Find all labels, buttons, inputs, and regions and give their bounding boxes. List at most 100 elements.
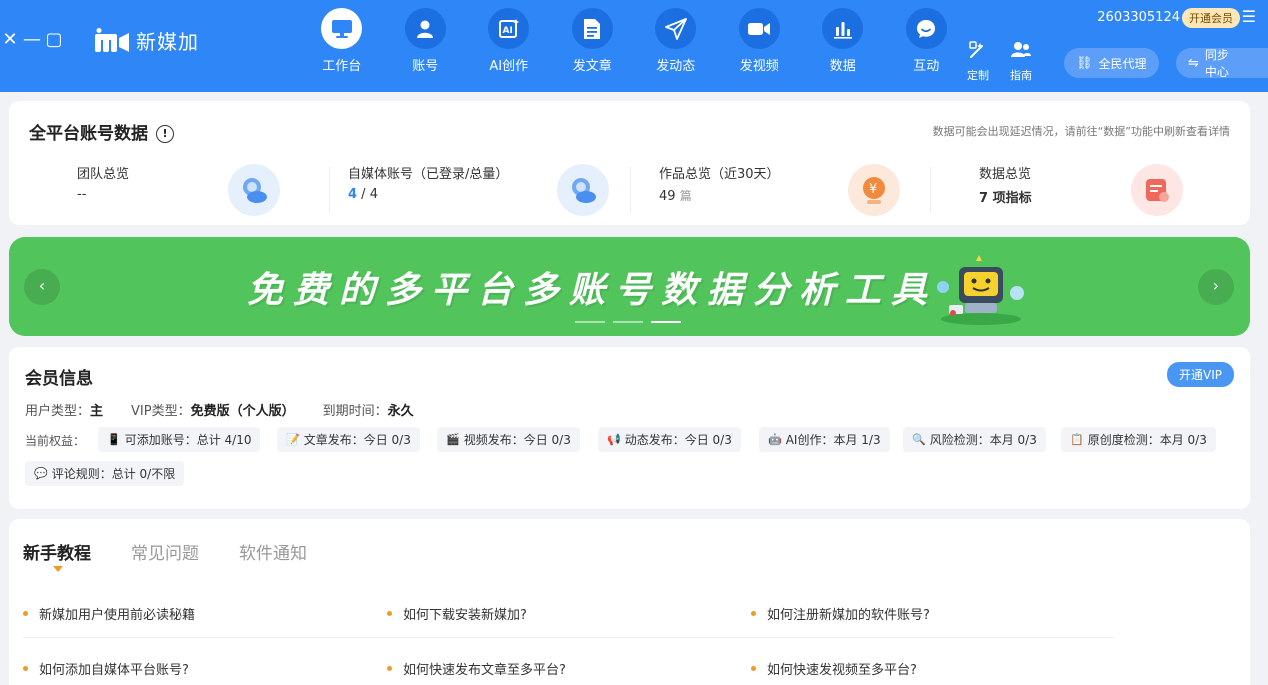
stat-value: 7 项指标: [979, 191, 1032, 206]
users-icon: [1001, 40, 1041, 64]
banner-next-button[interactable]: ›: [1198, 269, 1234, 305]
maximize-window-button[interactable]: ▢: [44, 30, 64, 50]
nav-label: 发动态: [656, 59, 696, 74]
vip-type-value: 免费版（个人版）: [190, 404, 295, 419]
tab-faq[interactable]: 常见问题: [131, 539, 199, 564]
main-nav: 工作台 账号 AI AI创作 发文章 发动态 发视频 数据 互动: [300, 6, 968, 74]
tab-notices[interactable]: 软件通知: [239, 539, 307, 564]
member-title: 会员信息: [25, 369, 93, 389]
help-tabs: 新手教程 常见问题 软件通知: [23, 539, 347, 572]
chip-text: 原创度检测：本月 0/3: [1087, 433, 1207, 447]
magnifier-icon: 🔍: [912, 433, 926, 446]
article-link[interactable]: 新媒加用户使用前必读秘籍: [23, 604, 195, 623]
article-title: 新媒加用户使用前必读秘籍: [39, 608, 196, 623]
speech-bubble-icon: 💬: [34, 467, 48, 480]
promo-banner[interactable]: ‹ 免费的多平台多账号数据分析工具 ›: [9, 237, 1250, 336]
stat-label: 数据总览: [979, 167, 1032, 182]
article-title: 如何快速发视频至多平台?: [767, 663, 917, 678]
agent-label: 全民代理: [1098, 56, 1147, 71]
stats-note: 数据可能会出现延迟情况，请前往“数据”功能中刷新查看详情: [932, 125, 1230, 138]
tab-tutorial[interactable]: 新手教程: [23, 539, 91, 572]
chip-text: 评论规则：总计 0/不限: [51, 467, 176, 481]
nav-label: 工作台: [322, 59, 362, 74]
minimize-window-button[interactable]: —: [22, 30, 42, 50]
accounts-icon: [557, 164, 609, 216]
works-count: 49: [659, 189, 676, 204]
article-link[interactable]: 如何快速发布文章至多平台?: [387, 659, 566, 678]
chip-text: 视频发布：今日 0/3: [463, 433, 571, 447]
coin-icon: ¥: [848, 164, 900, 216]
stats-title-text: 全平台账号数据: [29, 124, 148, 144]
info-icon[interactable]: !: [156, 125, 174, 143]
bullet-icon: [387, 611, 392, 616]
stat-label: 自媒体账号（已登录/总量）: [348, 167, 509, 182]
clipboard-icon: 📋: [1070, 433, 1084, 446]
banner-text: 免费的多平台多账号数据分析工具: [247, 270, 938, 311]
article-link[interactable]: 如何添加自媒体平台账号?: [23, 659, 189, 678]
user-type-value: 主: [90, 404, 104, 419]
right-chip-article: 📝 文章发布：今日 0/3: [277, 427, 420, 452]
stat-media-accounts[interactable]: 自媒体账号（已登录/总量） 4 / 4: [348, 163, 508, 218]
chip-text: 可添加账号：总计 4/10: [124, 433, 252, 447]
guide-button[interactable]: 指南: [1001, 40, 1041, 83]
nav-workbench[interactable]: 工作台: [300, 6, 384, 74]
nav-label: 互动: [913, 59, 940, 74]
separator: /: [357, 187, 370, 202]
bar-chart-icon: [822, 8, 864, 49]
bullet-icon: [751, 611, 756, 616]
team-icon: [228, 164, 280, 216]
chip-text: 风险检测：本月 0/3: [929, 433, 1037, 447]
banner-prev-button[interactable]: ‹: [24, 269, 60, 305]
article-link[interactable]: 如何快速发视频至多平台?: [751, 659, 917, 678]
nav-label: 发视频: [739, 59, 779, 74]
pagination-dot[interactable]: [613, 321, 643, 323]
chip-text: 动态发布：今日 0/3: [624, 433, 732, 447]
right-chip-post: 📢 动态发布：今日 0/3: [598, 427, 741, 452]
article-title: 如何注册新媒加的软件账号?: [767, 608, 930, 623]
ai-icon: AI: [488, 8, 530, 49]
nav-interact[interactable]: 互动: [885, 6, 969, 74]
sync-center-button[interactable]: ⇋ 同步中心: [1176, 48, 1268, 79]
chat-bubble-icon: [905, 8, 947, 49]
top-bar: ✕ — ▢ 新媒加 工作台 账号 AI AI创作 发文章 发动态 发视频 数据 …: [0, 0, 1268, 92]
open-member-button[interactable]: 开通会员: [1182, 8, 1240, 28]
agent-button[interactable]: ⛓ 全民代理: [1064, 48, 1159, 78]
stat-data-overview[interactable]: 数据总览 7 项指标: [979, 163, 1032, 218]
member-info-card: 会员信息 开通VIP 用户类型：主 VIP类型：免费版（个人版） 到期时间：永久 当…: [9, 347, 1250, 509]
nav-ai-create[interactable]: AI AI创作: [467, 6, 551, 74]
chip-text: AI创作：本月 1/3: [785, 433, 881, 447]
divider: [23, 637, 1115, 638]
monitor-icon: [321, 8, 363, 49]
right-chip-accounts: 📱 可添加账号：总计 4/10: [98, 427, 261, 452]
nav-account[interactable]: 账号: [384, 6, 468, 74]
close-window-button[interactable]: ✕: [0, 30, 20, 50]
phone-icon: 📱: [107, 433, 121, 446]
user-icon: [404, 8, 446, 49]
nav-publish-post[interactable]: 发动态: [634, 6, 718, 74]
article-link[interactable]: 如何下载安装新媒加?: [387, 604, 527, 623]
clapper-icon: 🎬: [446, 433, 460, 446]
member-summary: 用户类型：主 VIP类型：免费版（个人版） 到期时间：永久: [25, 400, 442, 419]
bullet-icon: [387, 666, 392, 671]
stat-label: 作品总览（近30天）: [659, 167, 780, 182]
article-link[interactable]: 如何注册新媒加的软件账号?: [751, 604, 930, 623]
pagination-dot-active[interactable]: [651, 321, 681, 323]
nav-data[interactable]: 数据: [801, 6, 885, 74]
video-camera-icon: [738, 8, 780, 49]
stat-team[interactable]: 团队总览 --: [77, 163, 129, 218]
open-vip-button[interactable]: 开通VIP: [1167, 362, 1234, 387]
user-type-label: 用户类型：: [25, 404, 91, 419]
nav-publish-video[interactable]: 发视频: [718, 6, 802, 74]
custom-label: 定制: [967, 69, 989, 82]
expire-value: 永久: [387, 404, 414, 419]
stat-works[interactable]: 作品总览（近30天） 49 篇: [659, 163, 780, 218]
menu-icon[interactable]: ☰: [1242, 7, 1256, 26]
total-count: 4: [369, 187, 378, 202]
custom-button[interactable]: 定制: [958, 40, 998, 83]
nav-publish-article[interactable]: 发文章: [551, 6, 635, 74]
robot-illustration-icon: [929, 247, 1029, 331]
nav-label: AI创作: [489, 59, 529, 74]
wand-icon: [958, 40, 998, 64]
pagination-dot[interactable]: [575, 321, 605, 323]
nav-label: 发文章: [572, 59, 612, 74]
